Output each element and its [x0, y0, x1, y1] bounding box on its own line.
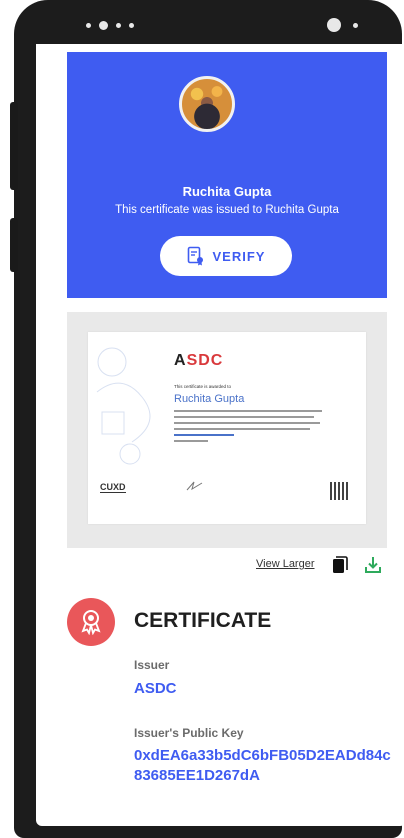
view-larger-link[interactable]: View Larger — [256, 558, 315, 570]
verify-document-icon — [187, 246, 203, 266]
phone-side-button — [10, 102, 18, 190]
qr-code-icon — [330, 482, 348, 500]
certificate-preview[interactable]: ASDC This certificate is awarded to Ruch… — [67, 312, 387, 548]
certificate-badge-icon — [67, 598, 115, 646]
avatar — [179, 76, 235, 132]
camera-icon — [327, 18, 358, 32]
cuxd-logo: CUXD — [100, 482, 126, 493]
certificate-recipient: Ruchita Gupta — [174, 393, 245, 405]
verify-button[interactable]: VERIFY — [160, 236, 292, 276]
decorative-pattern — [96, 347, 151, 465]
copy-icon[interactable] — [332, 556, 348, 574]
public-key-value[interactable]: 0xdEA6a33b5dC6bFB05D2EADd84c83685EE1D267… — [134, 746, 394, 786]
certificate-image: ASDC This certificate is awarded to Ruch… — [88, 332, 366, 524]
signature-icon — [186, 481, 203, 491]
phone-side-button — [10, 218, 18, 272]
public-key-label: Issuer's Public Key — [134, 726, 244, 740]
awarded-text: This certificate is awarded to — [174, 384, 232, 389]
phone-frame: Ruchita Gupta This certificate was issue… — [14, 0, 404, 838]
phone-top-bar — [36, 8, 404, 42]
speaker-dots — [86, 20, 134, 30]
verify-label: VERIFY — [212, 248, 266, 264]
preview-actions: View Larger — [36, 554, 387, 576]
asdc-logo: ASDC — [174, 352, 224, 369]
app-screen: Ruchita Gupta This certificate was issue… — [36, 44, 404, 826]
certificate-body-lines — [174, 410, 324, 452]
issuer-label: Issuer — [134, 658, 170, 672]
certificate-title: CERTIFICATE — [134, 609, 272, 632]
recipient-name: Ruchita Gupta — [182, 184, 272, 199]
issuer-value[interactable]: ASDC — [134, 679, 177, 699]
download-icon[interactable] — [364, 556, 382, 574]
profile-header: Ruchita Gupta This certificate was issue… — [67, 52, 387, 298]
issued-to-text: This certificate was issued to Ruchita G… — [115, 204, 339, 216]
